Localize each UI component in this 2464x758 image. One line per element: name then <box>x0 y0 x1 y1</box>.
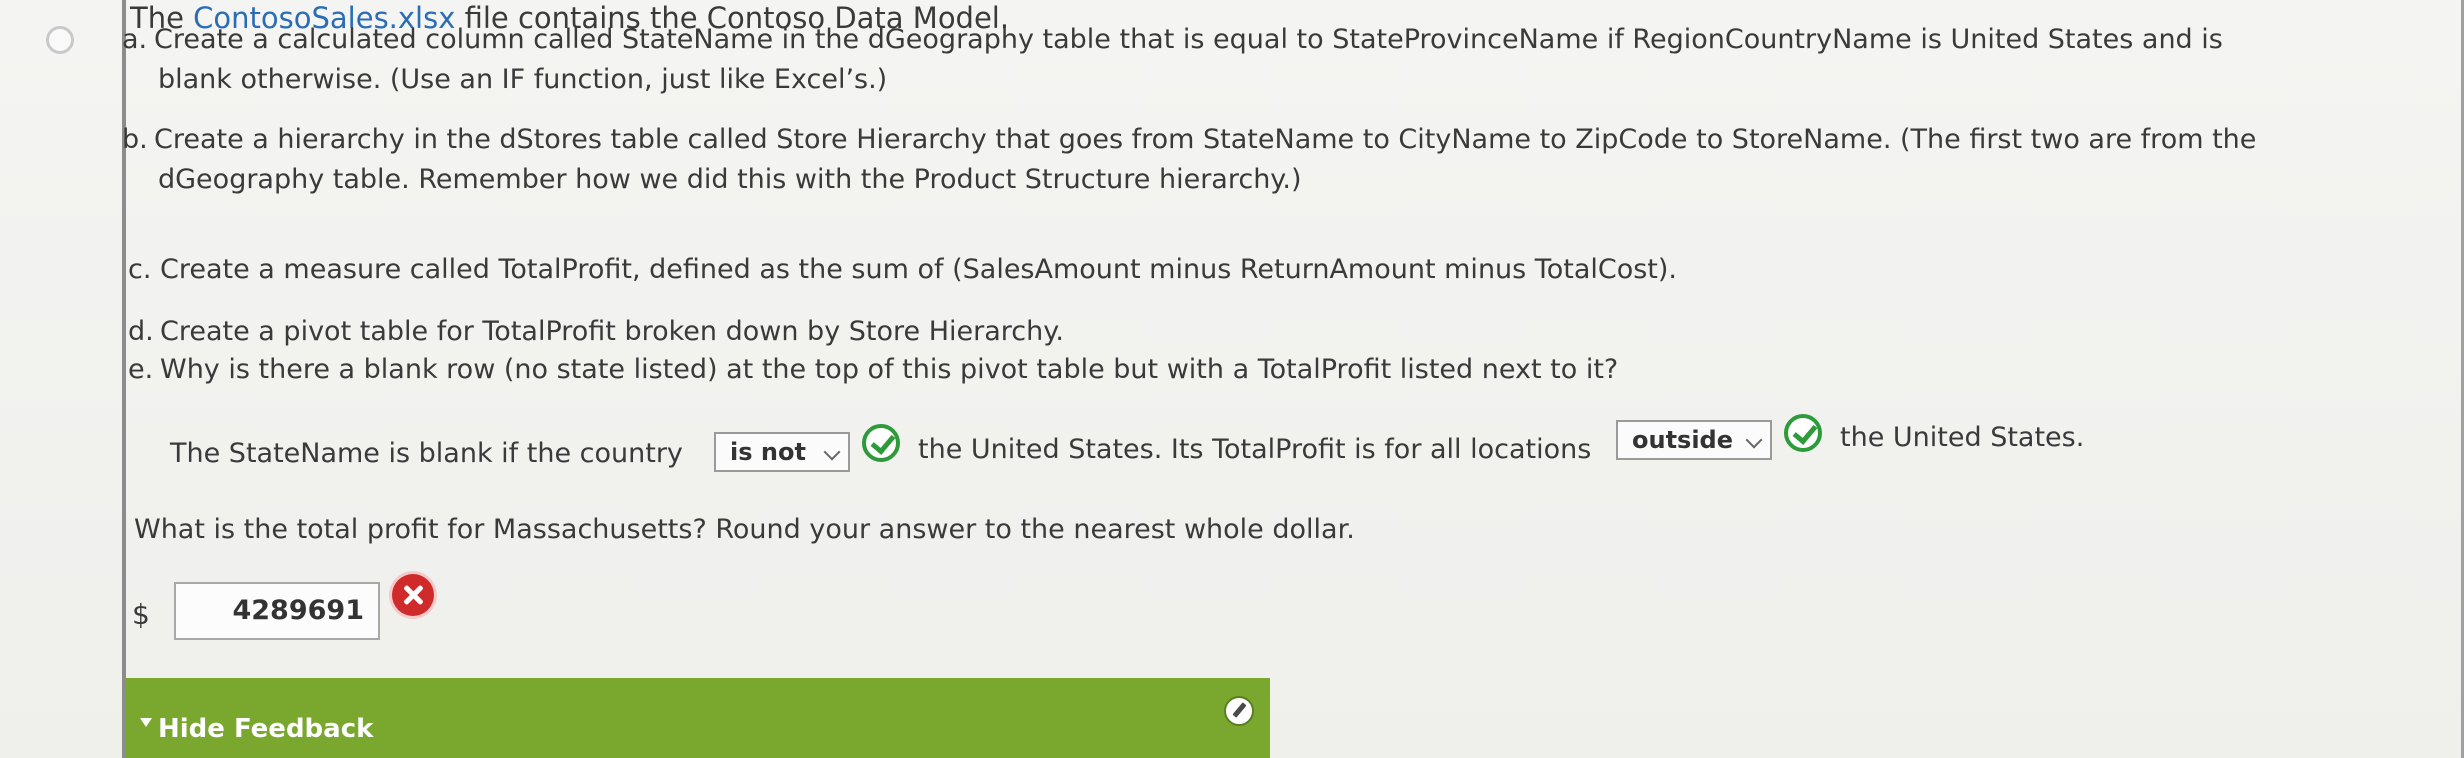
answer-part3: the United States. <box>1840 422 2085 453</box>
locations-select[interactable]: outside <box>1616 420 1772 460</box>
item-text-line1: Why is there a blank row (no state liste… <box>160 354 1619 385</box>
answer-part1: The StateName is blank if the country <box>170 438 683 469</box>
answer-sentence: The StateName is blank if the country is… <box>170 414 2170 474</box>
item-text-line1: Create a pivot table for TotalProfit bro… <box>160 316 1064 347</box>
triangle-down-icon <box>140 718 152 727</box>
feedback-bar: Hide Feedback <box>126 678 1270 758</box>
pencil-icon[interactable] <box>1224 696 1254 726</box>
instruction-e: e. Why is there a blank row (no state lis… <box>128 350 1618 390</box>
item-text-line1: Create a hierarchy in the dStores table … <box>154 124 2257 155</box>
hide-feedback-toggle[interactable]: Hide Feedback <box>140 714 373 744</box>
item-text-line2: blank otherwise. (Use an IF function, ju… <box>158 64 888 95</box>
item-text-line1: Create a measure called TotalProfit, def… <box>160 254 1678 285</box>
country-condition-select[interactable]: is not <box>714 432 850 472</box>
chevron-down-icon <box>823 443 841 461</box>
incorrect-x-icon <box>392 574 434 616</box>
item-marker: a. <box>122 24 148 55</box>
item-marker: d. <box>128 316 154 347</box>
correct-check-icon <box>1784 414 1822 452</box>
question-text: What is the total profit for Massachuset… <box>134 514 1355 545</box>
answer-part2: the United States. Its TotalProfit is fo… <box>918 434 1592 465</box>
instruction-c: c. Create a measure called TotalProfit, d… <box>128 250 1677 290</box>
item-text-line1: Create a calculated column called StateN… <box>154 24 2223 55</box>
instruction-b: b. Create a hierarchy in the dStores tabl… <box>122 120 2256 200</box>
instruction-d: d. Create a pivot table for TotalProfit b… <box>128 312 1064 352</box>
item-marker: c. <box>128 254 152 285</box>
question-radio-icon[interactable] <box>46 26 74 54</box>
locations-value: outside <box>1632 426 1734 454</box>
item-text-line2: dGeography table. Remember how we did th… <box>158 164 1302 195</box>
country-condition-value: is not <box>730 438 806 466</box>
item-marker: b. <box>122 124 148 155</box>
hide-feedback-label: Hide Feedback <box>158 714 374 744</box>
item-marker: e. <box>128 354 154 385</box>
currency-symbol: $ <box>132 598 150 631</box>
left-divider <box>122 0 126 758</box>
correct-check-icon <box>862 424 900 462</box>
question-page: The ContosoSales.xlsx file contains the … <box>0 0 2464 758</box>
chevron-down-icon <box>1745 431 1763 449</box>
instruction-a: a. Create a calculated column called Stat… <box>122 20 2223 100</box>
total-profit-input[interactable]: 4289691 <box>174 582 380 640</box>
